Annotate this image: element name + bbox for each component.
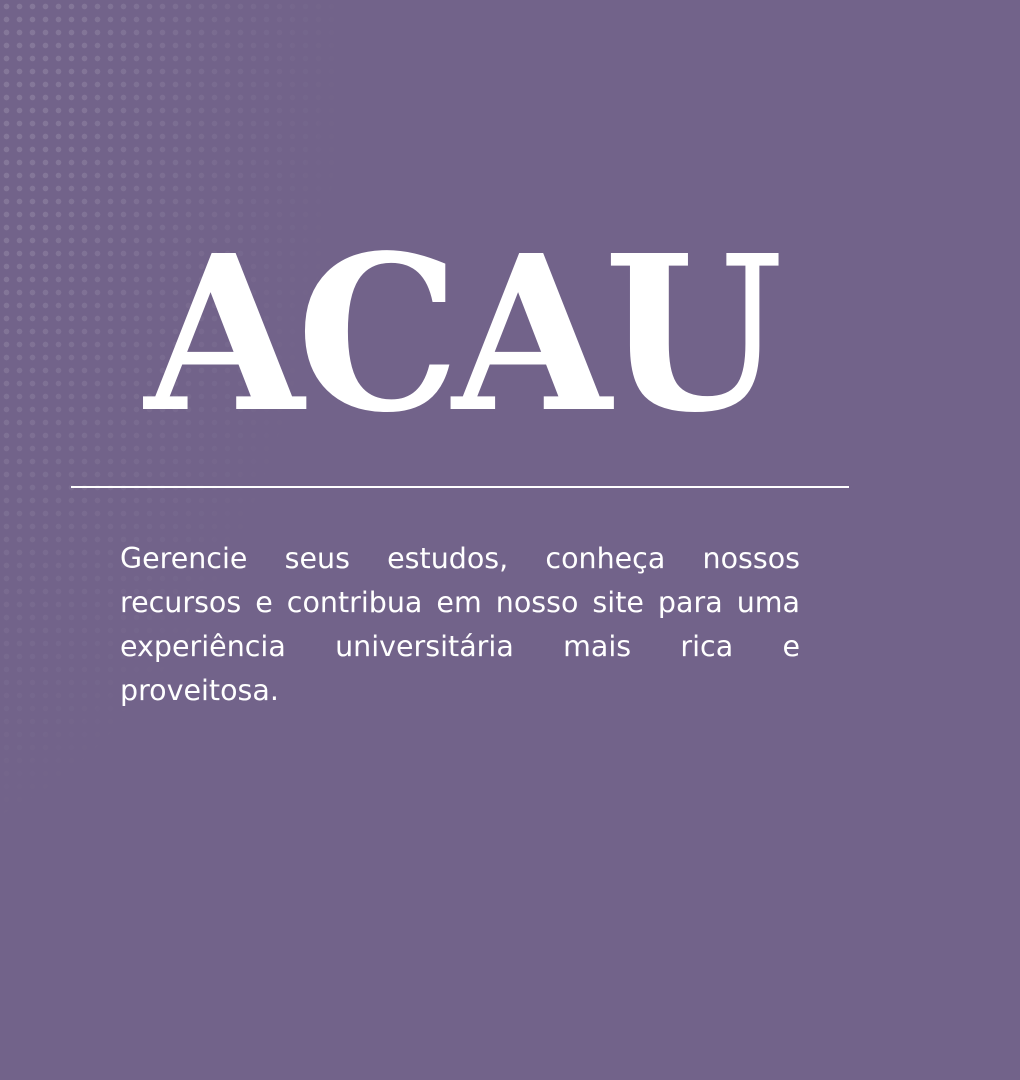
- hero-banner: ACAU Gerencie seus estudos, conheça noss…: [0, 0, 1020, 1080]
- divider-line: [71, 486, 849, 488]
- tagline-text: Gerencie seus estudos, conheça nossos re…: [120, 542, 800, 707]
- brand-title: ACAU: [144, 209, 783, 460]
